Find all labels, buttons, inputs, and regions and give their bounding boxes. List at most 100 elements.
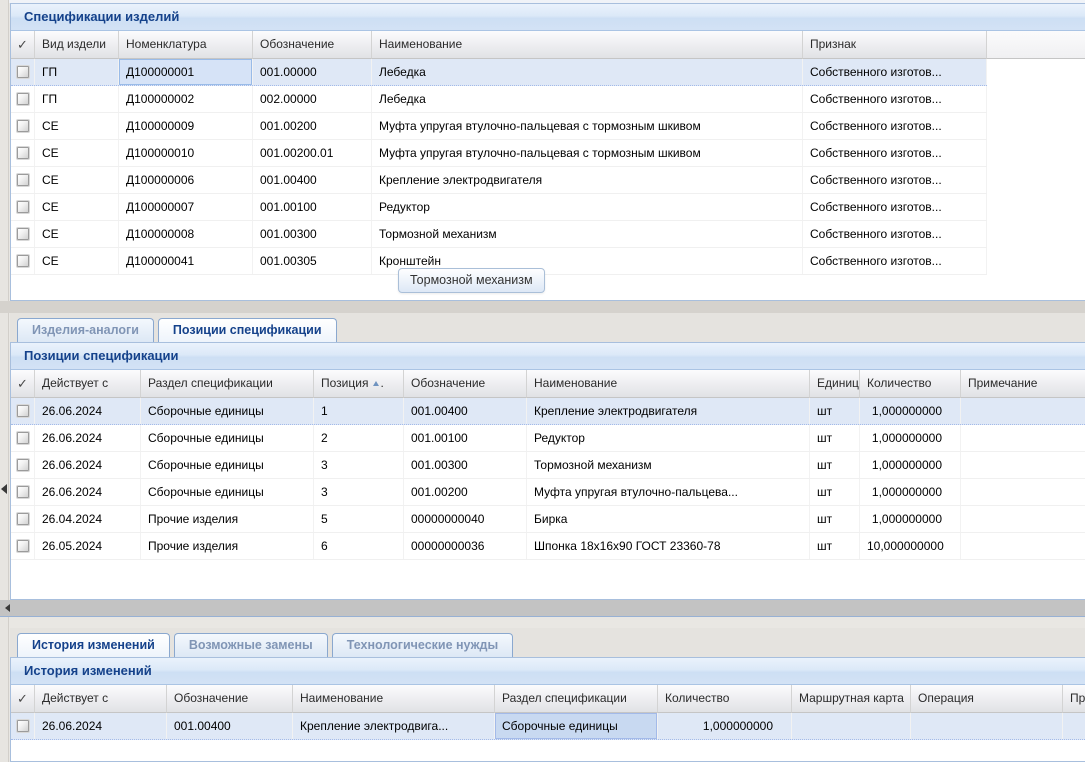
section-cell[interactable]: Сборочные единицы <box>141 452 314 478</box>
column-header-route[interactable]: Маршрутная карта <box>792 685 911 713</box>
section-cell[interactable]: Сборочные единицы <box>495 713 658 739</box>
designation-cell[interactable]: 001.00200.01 <box>253 140 372 166</box>
attribute-cell[interactable]: Собственного изготов... <box>803 59 987 85</box>
row-checkbox[interactable] <box>17 432 29 444</box>
designation-cell[interactable]: 001.00300 <box>253 221 372 247</box>
row-checkbox[interactable] <box>17 459 29 471</box>
unit-cell[interactable]: шт <box>810 398 860 424</box>
row-checkbox[interactable] <box>17 513 29 525</box>
table-row[interactable]: 26.05.2024Прочие изделия600000000036Шпон… <box>11 533 1085 560</box>
date-cell[interactable]: 26.04.2024 <box>35 506 141 532</box>
row-checkbox[interactable] <box>17 201 29 213</box>
date-cell[interactable]: 26.06.2024 <box>35 398 141 424</box>
qty-cell[interactable]: 10,000000000 <box>860 533 961 559</box>
note-cell[interactable] <box>961 506 1085 532</box>
column-header-designation[interactable]: Обозначение <box>404 370 527 398</box>
section-cell[interactable]: Прочие изделия <box>141 506 314 532</box>
designation-cell[interactable]: 00000000040 <box>404 506 527 532</box>
table-row[interactable]: СЕД100000006001.00400Крепление электродв… <box>11 167 987 194</box>
check-column-header[interactable]: ✓ <box>11 370 35 398</box>
check-column-header[interactable]: ✓ <box>11 31 35 59</box>
tab-позиции-спецификации[interactable]: Позиции спецификации <box>158 318 337 342</box>
type-cell[interactable]: СЕ <box>35 167 119 193</box>
table-row[interactable]: СЕД100000009001.00200Муфта упругая втуло… <box>11 113 987 140</box>
name-cell[interactable]: Муфта упругая втулочно-пальцева... <box>527 479 810 505</box>
left-splitter[interactable] <box>0 0 9 762</box>
type-cell[interactable]: ГП <box>35 86 119 112</box>
nomenclature-cell[interactable]: Д100000001 <box>119 59 253 85</box>
column-header-designation[interactable]: Обозначение <box>167 685 293 713</box>
column-header-name[interactable]: Наименование <box>527 370 810 398</box>
note-cell[interactable] <box>1063 713 1085 739</box>
row-checkbox[interactable] <box>17 486 29 498</box>
position-cell[interactable]: 1 <box>314 398 404 424</box>
table-row[interactable]: 26.06.2024001.00400Крепление электродвиг… <box>11 713 1085 740</box>
name-cell[interactable]: Редуктор <box>372 194 803 220</box>
name-cell[interactable]: Тормозной механизм <box>527 452 810 478</box>
column-header-unit[interactable]: Единица <box>810 370 860 398</box>
position-cell[interactable]: 3 <box>314 479 404 505</box>
designation-cell[interactable]: 001.00200 <box>404 479 527 505</box>
table-row[interactable]: 26.06.2024Сборочные единицы1001.00400Кре… <box>11 398 1085 425</box>
nomenclature-cell[interactable]: Д100000002 <box>119 86 253 112</box>
qty-cell[interactable]: 1,000000000 <box>860 398 961 424</box>
table-row[interactable]: 26.06.2024Сборочные единицы3001.00300Тор… <box>11 452 1085 479</box>
designation-cell[interactable]: 001.00200 <box>253 113 372 139</box>
attribute-cell[interactable]: Собственного изготов... <box>803 140 987 166</box>
date-cell[interactable]: 26.06.2024 <box>35 713 167 739</box>
qty-cell[interactable]: 1,000000000 <box>860 506 961 532</box>
name-cell[interactable]: Крепление электродвигателя <box>527 398 810 424</box>
note-cell[interactable] <box>961 533 1085 559</box>
row-checkbox[interactable] <box>17 147 29 159</box>
designation-cell[interactable]: 001.00400 <box>167 713 293 739</box>
attribute-cell[interactable]: Собственного изготов... <box>803 221 987 247</box>
horizontal-scrollbar[interactable] <box>0 600 1085 617</box>
date-cell[interactable]: 26.05.2024 <box>35 533 141 559</box>
unit-cell[interactable]: шт <box>810 479 860 505</box>
column-header-qty[interactable]: Количество <box>860 370 961 398</box>
attribute-cell[interactable]: Собственного изготов... <box>803 194 987 220</box>
row-checkbox[interactable] <box>17 405 29 417</box>
row-checkbox[interactable] <box>17 120 29 132</box>
tab-возможные-замены[interactable]: Возможные замены <box>174 633 328 657</box>
designation-cell[interactable]: 001.00100 <box>404 425 527 451</box>
type-cell[interactable]: ГП <box>35 59 119 85</box>
position-cell[interactable]: 2 <box>314 425 404 451</box>
attribute-cell[interactable]: Собственного изготов... <box>803 113 987 139</box>
operation-cell[interactable] <box>911 713 1063 739</box>
row-checkbox[interactable] <box>17 720 29 732</box>
section-cell[interactable]: Сборочные единицы <box>141 398 314 424</box>
row-checkbox[interactable] <box>17 93 29 105</box>
name-cell[interactable]: Тормозной механизм <box>372 221 803 247</box>
column-header-nomenclature[interactable]: Номенклатура <box>119 31 253 59</box>
nomenclature-cell[interactable]: Д100000006 <box>119 167 253 193</box>
note-cell[interactable] <box>961 398 1085 424</box>
unit-cell[interactable]: шт <box>810 452 860 478</box>
table-row[interactable]: СЕД100000010001.00200.01Муфта упругая вт… <box>11 140 987 167</box>
position-cell[interactable]: 6 <box>314 533 404 559</box>
tab-технологические-нужды[interactable]: Технологические нужды <box>332 633 513 657</box>
qty-cell[interactable]: 1,000000000 <box>860 425 961 451</box>
type-cell[interactable]: СЕ <box>35 221 119 247</box>
table-row[interactable]: ГПД100000001001.00000ЛебедкаСобственного… <box>11 59 987 86</box>
note-cell[interactable] <box>961 452 1085 478</box>
nomenclature-cell[interactable]: Д100000041 <box>119 248 253 274</box>
date-cell[interactable]: 26.06.2024 <box>35 479 141 505</box>
qty-cell[interactable]: 1,000000000 <box>860 452 961 478</box>
column-header-type[interactable]: Вид издели <box>35 31 119 59</box>
tab-изделия-аналоги[interactable]: Изделия-аналоги <box>17 318 154 342</box>
designation-cell[interactable]: 001.00300 <box>404 452 527 478</box>
row-checkbox[interactable] <box>17 255 29 267</box>
name-cell[interactable]: Крепление электродвига... <box>293 713 495 739</box>
table-row[interactable]: 26.06.2024Сборочные единицы2001.00100Ред… <box>11 425 1085 452</box>
attribute-cell[interactable]: Собственного изготов... <box>803 86 987 112</box>
unit-cell[interactable]: шт <box>810 425 860 451</box>
qty-cell[interactable]: 1,000000000 <box>658 713 792 739</box>
column-header-name[interactable]: Наименование <box>372 31 803 59</box>
designation-cell[interactable]: 001.00100 <box>253 194 372 220</box>
table-row[interactable]: 26.06.2024Сборочные единицы3001.00200Муф… <box>11 479 1085 506</box>
column-header-attribute[interactable]: Признак <box>803 31 987 59</box>
name-cell[interactable]: Муфта упругая втулочно-пальцевая с тормо… <box>372 140 803 166</box>
designation-cell[interactable]: 001.00400 <box>404 398 527 424</box>
route-cell[interactable] <box>792 713 911 739</box>
